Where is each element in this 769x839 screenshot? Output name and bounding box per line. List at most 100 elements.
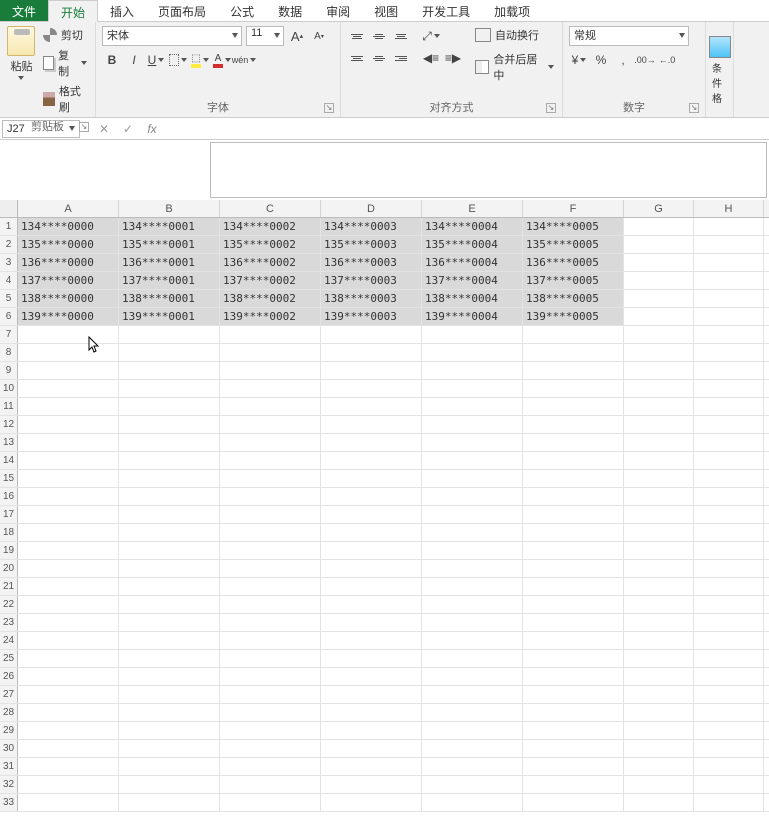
cell-D3[interactable]: 136****0003 <box>321 254 422 271</box>
row-header-29[interactable]: 29 <box>0 722 18 739</box>
cell-H31[interactable] <box>694 758 764 775</box>
cell-G8[interactable] <box>624 344 694 361</box>
row-header-24[interactable]: 24 <box>0 632 18 649</box>
cell-B7[interactable] <box>119 326 220 343</box>
cell-G33[interactable] <box>624 794 694 811</box>
cell-H4[interactable] <box>694 272 764 289</box>
cell-C17[interactable] <box>220 506 321 523</box>
cell-F2[interactable]: 135****0005 <box>523 236 624 253</box>
cell-C28[interactable] <box>220 704 321 721</box>
cell-F1[interactable]: 134****0005 <box>523 218 624 235</box>
cell-H33[interactable] <box>694 794 764 811</box>
cell-A7[interactable] <box>18 326 119 343</box>
tab-插入[interactable]: 插入 <box>98 0 146 21</box>
cell-C32[interactable] <box>220 776 321 793</box>
cell-E31[interactable] <box>422 758 523 775</box>
cell-F26[interactable] <box>523 668 624 685</box>
decrease-font-button[interactable]: A▾ <box>310 26 328 46</box>
dialog-launcher-number[interactable]: ↘ <box>689 103 699 113</box>
cell-G16[interactable] <box>624 488 694 505</box>
cell-C29[interactable] <box>220 722 321 739</box>
cell-G25[interactable] <box>624 650 694 667</box>
cell-H25[interactable] <box>694 650 764 667</box>
cell-E16[interactable] <box>422 488 523 505</box>
row-header-5[interactable]: 5 <box>0 290 18 307</box>
cell-H3[interactable] <box>694 254 764 271</box>
cell-F23[interactable] <box>523 614 624 631</box>
row-header-4[interactable]: 4 <box>0 272 18 289</box>
cell-F16[interactable] <box>523 488 624 505</box>
row-header-14[interactable]: 14 <box>0 452 18 469</box>
cell-B10[interactable] <box>119 380 220 397</box>
cell-H28[interactable] <box>694 704 764 721</box>
row-header-9[interactable]: 9 <box>0 362 18 379</box>
row-header-25[interactable]: 25 <box>0 650 18 667</box>
cell-D12[interactable] <box>321 416 422 433</box>
cell-H1[interactable] <box>694 218 764 235</box>
cell-A9[interactable] <box>18 362 119 379</box>
cell-A25[interactable] <box>18 650 119 667</box>
row-header-2[interactable]: 2 <box>0 236 18 253</box>
cell-F21[interactable] <box>523 578 624 595</box>
cell-E12[interactable] <box>422 416 523 433</box>
cell-B3[interactable]: 136****0001 <box>119 254 220 271</box>
cell-A6[interactable]: 139****0000 <box>18 308 119 325</box>
cell-D1[interactable]: 134****0003 <box>321 218 422 235</box>
cell-D18[interactable] <box>321 524 422 541</box>
cell-E7[interactable] <box>422 326 523 343</box>
cell-E17[interactable] <box>422 506 523 523</box>
cell-B2[interactable]: 135****0001 <box>119 236 220 253</box>
cell-C21[interactable] <box>220 578 321 595</box>
cell-D16[interactable] <box>321 488 422 505</box>
cancel-formula-button[interactable]: ✕ <box>92 120 116 138</box>
tab-数据[interactable]: 数据 <box>266 0 314 21</box>
row-header-7[interactable]: 7 <box>0 326 18 343</box>
cell-E9[interactable] <box>422 362 523 379</box>
align-bottom-button[interactable] <box>391 26 411 46</box>
cell-F15[interactable] <box>523 470 624 487</box>
cell-F24[interactable] <box>523 632 624 649</box>
cell-F19[interactable] <box>523 542 624 559</box>
cell-A29[interactable] <box>18 722 119 739</box>
col-header-B[interactable]: B <box>119 200 220 217</box>
cell-C10[interactable] <box>220 380 321 397</box>
font-size-select[interactable]: 11 <box>246 26 284 46</box>
cell-E13[interactable] <box>422 434 523 451</box>
copy-button[interactable]: 复制 <box>41 46 89 80</box>
row-header-3[interactable]: 3 <box>0 254 18 271</box>
cell-G11[interactable] <box>624 398 694 415</box>
row-header-28[interactable]: 28 <box>0 704 18 721</box>
cell-C5[interactable]: 138****0002 <box>220 290 321 307</box>
cell-A30[interactable] <box>18 740 119 757</box>
cell-E1[interactable]: 134****0004 <box>422 218 523 235</box>
cell-C30[interactable] <box>220 740 321 757</box>
cell-D28[interactable] <box>321 704 422 721</box>
cell-D29[interactable] <box>321 722 422 739</box>
cell-H20[interactable] <box>694 560 764 577</box>
bold-button[interactable]: B <box>102 50 122 70</box>
row-header-13[interactable]: 13 <box>0 434 18 451</box>
col-header-H[interactable]: H <box>694 200 764 217</box>
cell-D23[interactable] <box>321 614 422 631</box>
accounting-format-button[interactable]: ¥ <box>569 50 589 70</box>
cell-F18[interactable] <box>523 524 624 541</box>
cell-G3[interactable] <box>624 254 694 271</box>
cell-F3[interactable]: 136****0005 <box>523 254 624 271</box>
cell-A18[interactable] <box>18 524 119 541</box>
cell-A20[interactable] <box>18 560 119 577</box>
cell-D6[interactable]: 139****0003 <box>321 308 422 325</box>
col-header-E[interactable]: E <box>422 200 523 217</box>
cell-F7[interactable] <box>523 326 624 343</box>
cell-F9[interactable] <box>523 362 624 379</box>
cell-B14[interactable] <box>119 452 220 469</box>
cell-E24[interactable] <box>422 632 523 649</box>
cell-A22[interactable] <box>18 596 119 613</box>
cell-B25[interactable] <box>119 650 220 667</box>
cell-H15[interactable] <box>694 470 764 487</box>
cell-F27[interactable] <box>523 686 624 703</box>
cell-E32[interactable] <box>422 776 523 793</box>
cell-G5[interactable] <box>624 290 694 307</box>
cell-F28[interactable] <box>523 704 624 721</box>
font-color-button[interactable]: A <box>212 50 232 70</box>
select-all-corner[interactable] <box>0 200 18 217</box>
